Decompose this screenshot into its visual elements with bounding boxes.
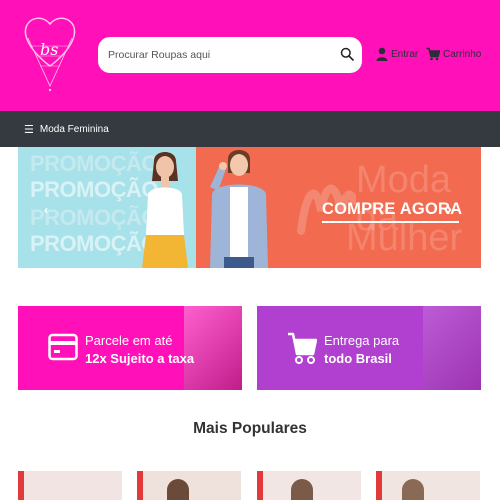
product-model bbox=[291, 479, 313, 500]
logo-text: bs bbox=[40, 40, 59, 59]
installments-card[interactable]: Parcele em até 12x Sujeito a taxa bbox=[18, 306, 242, 390]
shipping-card[interactable]: Entrega para todo Brasil bbox=[257, 306, 481, 390]
model-image-right bbox=[210, 150, 268, 268]
hero-banner[interactable]: PROMOÇÃO PROMOÇÃO PROMOÇÃO PROMOÇÃO Moda… bbox=[18, 147, 481, 268]
carousel-next-icon[interactable]: › bbox=[446, 199, 452, 220]
product-model bbox=[402, 479, 424, 500]
product-image bbox=[382, 471, 480, 500]
product-image bbox=[143, 471, 241, 500]
login-link[interactable]: Entrar bbox=[376, 47, 418, 61]
card-line2: 12x Sujeito a taxa bbox=[85, 351, 195, 366]
carousel-prev-icon[interactable]: ‹ bbox=[44, 203, 48, 217]
credit-card-icon bbox=[48, 333, 78, 361]
product-image bbox=[24, 471, 122, 500]
product-card[interactable] bbox=[257, 471, 361, 500]
user-icon bbox=[376, 47, 388, 61]
card-line2: todo Brasil bbox=[324, 351, 392, 366]
card-line1: Entrega para bbox=[324, 333, 400, 348]
login-label: Entrar bbox=[391, 48, 419, 60]
card-line1: Parcele em até bbox=[85, 333, 173, 348]
hamburger-icon[interactable]: ☰ bbox=[24, 123, 34, 136]
search-icon[interactable] bbox=[340, 47, 354, 61]
cart-icon bbox=[426, 47, 440, 61]
search-input[interactable] bbox=[108, 49, 328, 61]
installments-text: Parcele em até 12x Sujeito a taxa bbox=[85, 332, 194, 368]
product-card[interactable] bbox=[18, 471, 122, 500]
shipping-text: Entrega para todo Brasil bbox=[324, 332, 399, 368]
card-photo bbox=[423, 306, 481, 390]
product-card[interactable] bbox=[376, 471, 480, 500]
site-header: bs Entrar Carrinho bbox=[0, 0, 500, 111]
search-bar bbox=[98, 37, 362, 73]
category-nav: ☰ Moda Feminina bbox=[0, 111, 500, 147]
product-card[interactable] bbox=[137, 471, 241, 500]
shopping-cart-icon bbox=[288, 332, 317, 364]
cart-label: Carrinho bbox=[443, 48, 482, 60]
product-model bbox=[167, 479, 189, 500]
model-image-left bbox=[142, 152, 188, 268]
ghost-text: Mulher bbox=[346, 217, 463, 259]
nav-item-moda-feminina[interactable]: Moda Feminina bbox=[40, 124, 109, 135]
section-title: Mais Populares bbox=[193, 420, 307, 437]
brand-logo[interactable]: bs bbox=[18, 16, 82, 94]
cart-link[interactable]: Carrinho bbox=[426, 47, 481, 61]
cta-underline bbox=[322, 221, 459, 223]
shop-now-button[interactable]: COMPRE AGORA bbox=[322, 200, 462, 219]
